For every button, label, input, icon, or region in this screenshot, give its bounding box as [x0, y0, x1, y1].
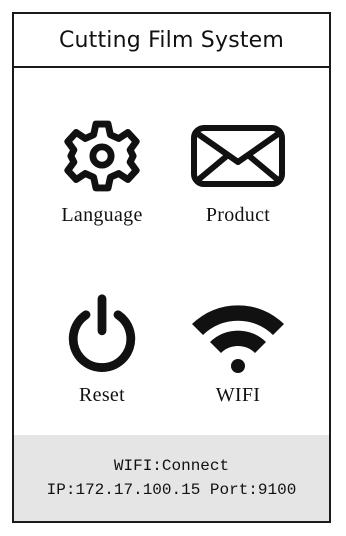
language-label: Language — [61, 204, 143, 226]
wifi-button[interactable]: WIFI — [178, 294, 298, 407]
app-title-bar: Cutting Film System — [14, 14, 329, 68]
reset-button[interactable]: Reset — [42, 294, 162, 407]
gear-icon — [64, 120, 140, 192]
language-button[interactable]: Language — [42, 118, 162, 227]
product-button[interactable]: Product — [178, 118, 298, 227]
connection-status-bar: WIFI:Connect IP:172.17.100.15 Port:9100 — [14, 435, 329, 521]
device-screen: Cutting Film System Language Product Res… — [12, 12, 331, 523]
wifi-label: WIFI — [215, 384, 261, 406]
app-title: Cutting Film System — [58, 27, 285, 53]
wifi-icon — [192, 305, 284, 373]
power-icon — [68, 294, 136, 372]
product-label: Product — [205, 204, 271, 226]
wifi-status-text: WIFI:Connect — [113, 457, 230, 475]
ip-port-text: IP:172.17.100.15 Port:9100 — [46, 481, 297, 499]
reset-label: Reset — [79, 384, 125, 406]
envelope-icon — [191, 125, 285, 187]
